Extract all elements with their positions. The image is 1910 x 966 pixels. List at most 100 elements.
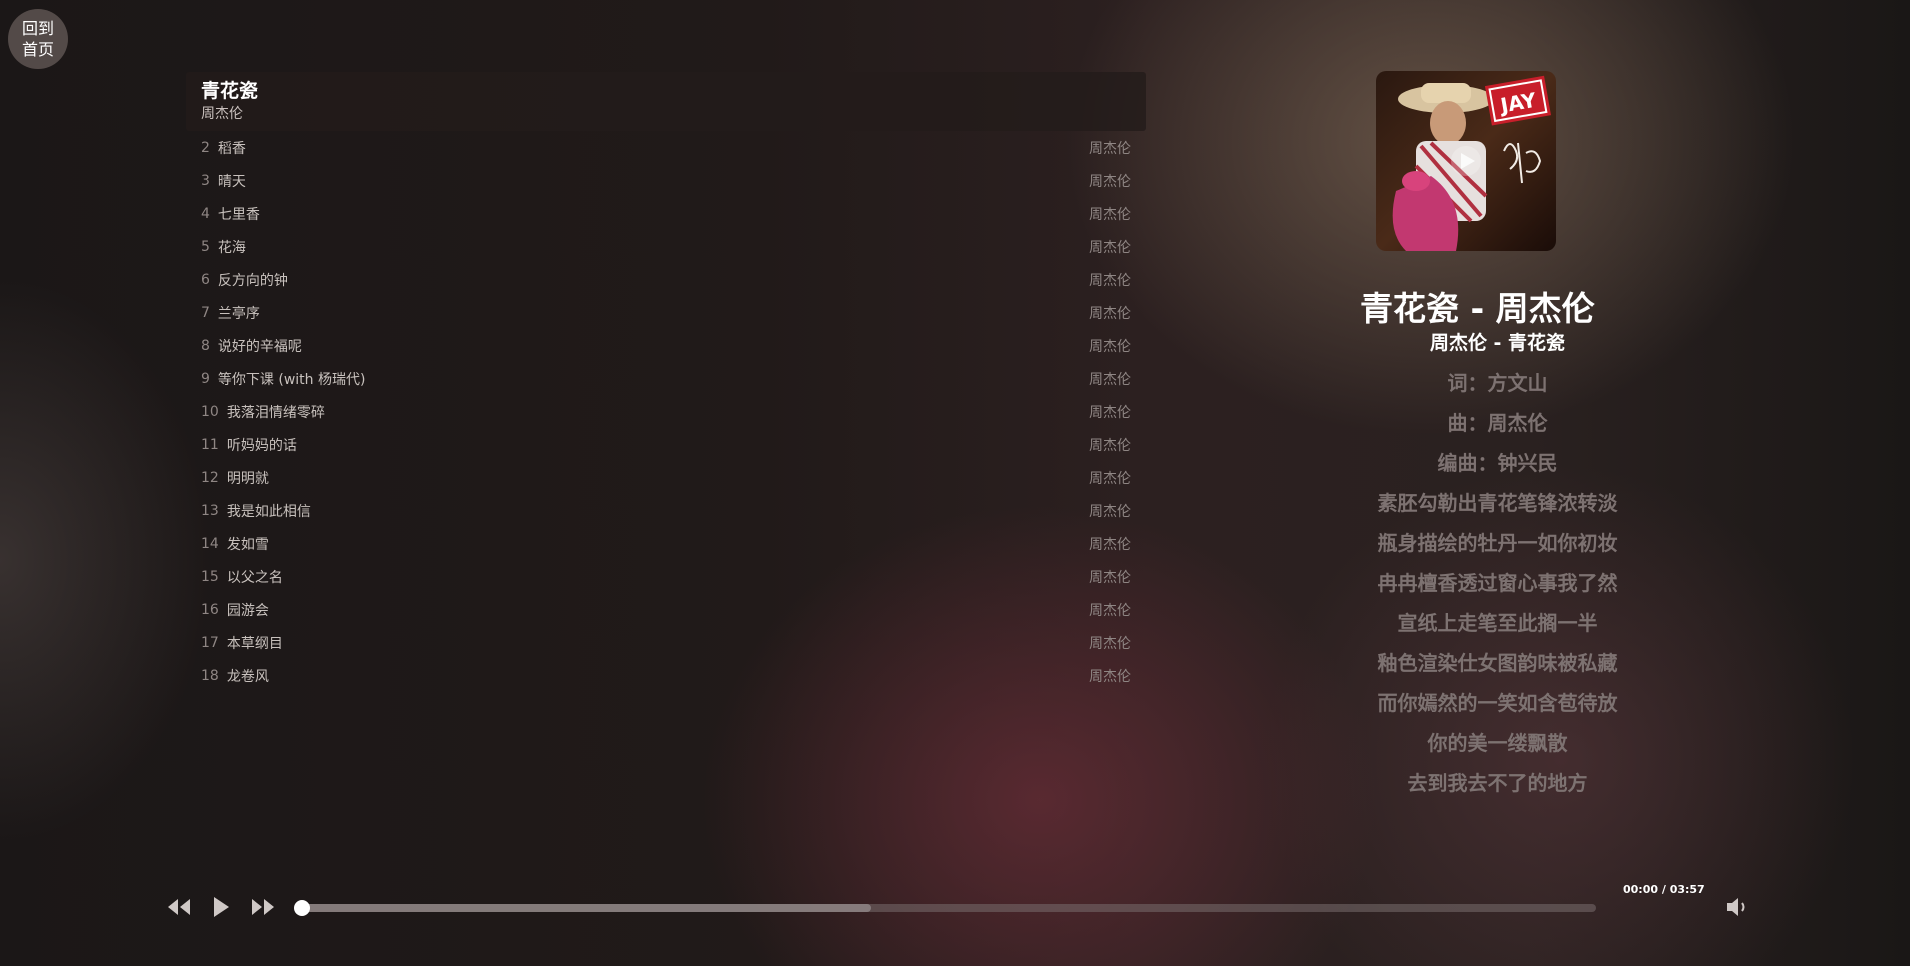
track-artist: 周杰伦 <box>1089 173 1131 190</box>
current-track-artist: 周杰伦 <box>201 106 243 122</box>
prev-button[interactable] <box>164 892 194 922</box>
track-row[interactable]: 3 晴天 周杰伦 <box>186 164 1146 197</box>
track-list: 2 稻香 周杰伦 3 晴天 周杰伦 4 七里香 周杰伦 5 花海 周杰伦 6 反方向的钟 周杰伦 7 兰亭序 周杰… <box>186 131 1146 692</box>
track-title: 园游会 <box>226 602 269 619</box>
home-button[interactable]: 回到 首页 <box>8 9 68 69</box>
track-number: 9 <box>201 370 210 387</box>
track-artist: 周杰伦 <box>1089 569 1131 586</box>
lyric-line: 冉冉檀香透过窗心事我了然 <box>1377 571 1618 595</box>
track-row[interactable]: 7 兰亭序 周杰伦 <box>186 296 1146 329</box>
track-number: 14 <box>201 535 219 552</box>
volume-button[interactable] <box>1724 893 1752 921</box>
player-controls <box>164 892 278 922</box>
play-icon <box>214 897 229 917</box>
track-row[interactable]: 8 说好的辛福呢 周杰伦 <box>186 329 1146 362</box>
track-artist: 周杰伦 <box>1089 536 1131 553</box>
next-button[interactable] <box>248 892 278 922</box>
track-row[interactable]: 6 反方向的钟 周杰伦 <box>186 263 1146 296</box>
track-title: 我是如此相信 <box>226 503 311 520</box>
track-artist: 周杰伦 <box>1089 140 1131 157</box>
lyric-line: 宣纸上走笔至此搁一半 <box>1397 611 1598 635</box>
track-row[interactable]: 9 等你下课 (with 杨瑞代) 周杰伦 <box>186 362 1146 395</box>
track-number: 11 <box>201 436 219 453</box>
time-display: 00:00 / 03:57 <box>1623 883 1705 896</box>
track-title: 明明就 <box>226 470 269 487</box>
track-number: 7 <box>201 304 210 321</box>
lyric-line: 词：方文山 <box>1447 371 1548 395</box>
lyric-line: 周杰伦 - 青花瓷 <box>1429 332 1566 354</box>
volume-icon <box>1727 898 1745 916</box>
track-title: 发如雪 <box>226 536 269 553</box>
lyric-line: 瓶身描绘的牡丹一如你初妆 <box>1377 531 1618 555</box>
lyric-line: 去到我去不了的地方 <box>1407 771 1588 795</box>
track-title: 听妈妈的话 <box>226 437 297 454</box>
next-icon <box>252 899 274 915</box>
track-row[interactable]: 16 园游会 周杰伦 <box>186 593 1146 626</box>
track-row[interactable]: 2 稻香 周杰伦 <box>186 131 1146 164</box>
track-number: 12 <box>201 469 219 486</box>
track-row[interactable]: 17 本草纲目 周杰伦 <box>186 626 1146 659</box>
track-number: 17 <box>201 634 219 651</box>
track-artist: 周杰伦 <box>1089 404 1131 421</box>
lyric-line: 你的美一缕飘散 <box>1427 731 1568 755</box>
track-row[interactable]: 5 花海 周杰伦 <box>186 230 1146 263</box>
current-track-title: 青花瓷 <box>201 80 259 102</box>
track-artist: 周杰伦 <box>1089 272 1131 289</box>
track-title: 反方向的钟 <box>217 272 288 289</box>
progress-knob[interactable] <box>294 900 310 916</box>
track-row[interactable]: 4 七里香 周杰伦 <box>186 197 1146 230</box>
home-label-line1: 回到 <box>21 19 54 38</box>
track-title: 以父之名 <box>226 569 283 586</box>
track-artist: 周杰伦 <box>1089 206 1131 223</box>
track-title: 花海 <box>217 239 246 256</box>
track-artist: 周杰伦 <box>1089 635 1131 652</box>
lyric-line: 曲：周杰伦 <box>1447 411 1548 435</box>
lyric-line: 釉色渲染仕女图韵味被私藏 <box>1377 651 1618 675</box>
current-track[interactable]: 青花瓷 周杰伦 <box>186 72 1146 131</box>
track-number: 6 <box>201 271 210 288</box>
track-title: 七里香 <box>217 206 260 223</box>
track-number: 18 <box>201 667 219 684</box>
track-number: 4 <box>201 205 210 222</box>
progress-buffered <box>302 904 872 912</box>
track-number: 3 <box>201 172 210 189</box>
track-number: 10 <box>201 403 219 420</box>
progress-bar[interactable] <box>294 900 1596 916</box>
track-row[interactable]: 10 我落泪情绪零碎 周杰伦 <box>186 395 1146 428</box>
lyric-line: 素胚勾勒出青花笔锋浓转淡 <box>1377 491 1618 515</box>
track-title: 晴天 <box>217 173 246 190</box>
track-artist: 周杰伦 <box>1089 668 1131 685</box>
track-row[interactable]: 13 我是如此相信 周杰伦 <box>186 494 1146 527</box>
track-artist: 周杰伦 <box>1089 305 1131 322</box>
track-title: 我落泪情绪零碎 <box>226 404 325 421</box>
track-number: 15 <box>201 568 219 585</box>
track-row[interactable]: 14 发如雪 周杰伦 <box>186 527 1146 560</box>
track-row[interactable]: 11 听妈妈的话 周杰伦 <box>186 428 1146 461</box>
track-artist: 周杰伦 <box>1089 437 1131 454</box>
track-number: 8 <box>201 337 210 354</box>
playlist: 青花瓷 周杰伦 2 稻香 周杰伦 3 晴天 周杰伦 4 七里香 周杰伦 5 花海 周杰伦 6 反方向的钟周… <box>186 72 1146 692</box>
track-artist: 周杰伦 <box>1089 371 1131 388</box>
track-number: 13 <box>201 502 219 519</box>
track-artist: 周杰伦 <box>1089 470 1131 487</box>
track-artist: 周杰伦 <box>1089 338 1131 355</box>
track-title: 兰亭序 <box>217 305 260 322</box>
track-title: 说好的辛福呢 <box>217 338 302 355</box>
track-number: 2 <box>201 139 210 156</box>
track-number: 16 <box>201 601 219 618</box>
play-button[interactable] <box>206 892 236 922</box>
track-row[interactable]: 15 以父之名 周杰伦 <box>186 560 1146 593</box>
lyrics-panel: 周杰伦 - 青花瓷 词：方文山曲：周杰伦编曲：钟兴民素胚勾勒出青花笔锋浓转淡 瓶身描… <box>1330 323 1665 803</box>
track-title: 稻香 <box>217 140 246 157</box>
track-number: 5 <box>201 238 210 255</box>
track-row[interactable]: 12 明明就 周杰伦 <box>186 461 1146 494</box>
album-cover: JAY <box>1376 71 1556 251</box>
prev-icon <box>168 899 190 915</box>
track-artist: 周杰伦 <box>1089 239 1131 256</box>
lyric-line: 而你嫣然的一笑如含苞待放 <box>1377 691 1618 715</box>
track-title: 等你下课 (with 杨瑞代) <box>217 371 366 388</box>
home-label-line2: 首页 <box>21 40 54 59</box>
lyric-line: 编曲：钟兴民 <box>1437 451 1558 475</box>
track-artist: 周杰伦 <box>1089 503 1131 520</box>
track-row[interactable]: 18 龙卷风 周杰伦 <box>186 659 1146 692</box>
